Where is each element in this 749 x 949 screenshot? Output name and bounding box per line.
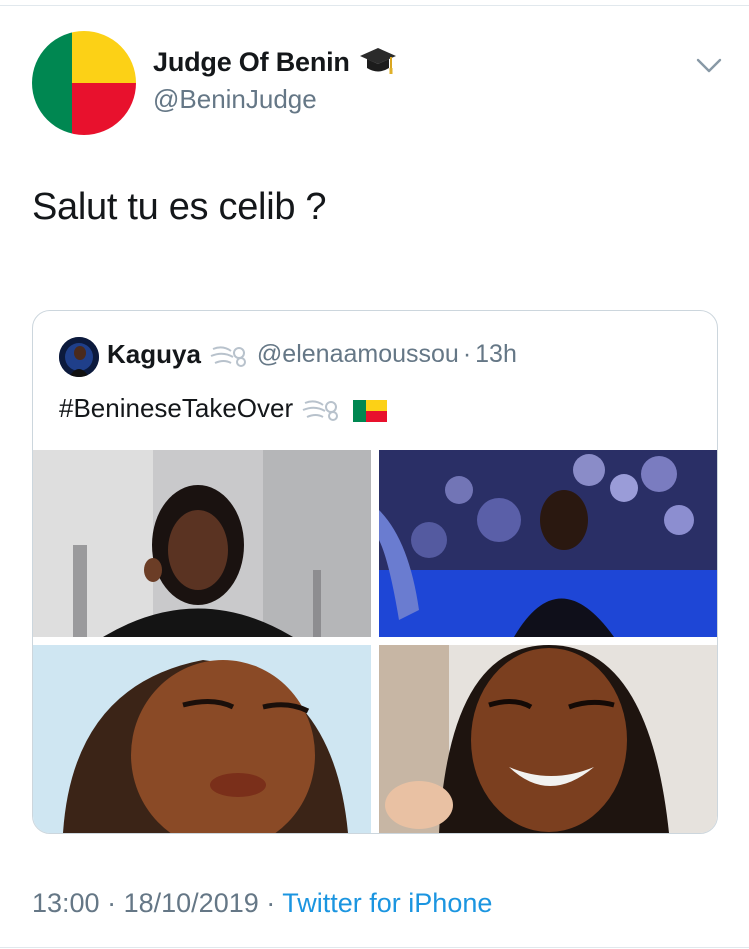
tweet-text: Salut tu es celib ?: [32, 186, 327, 228]
author-name-row[interactable]: Judge Of Benin: [153, 44, 398, 80]
chevron-down-icon[interactable]: [692, 52, 726, 78]
quoted-author-handle[interactable]: @elenaamoussou: [257, 340, 459, 369]
photo-3[interactable]: [33, 645, 371, 833]
author-avatar[interactable]: [32, 31, 136, 135]
photo-2[interactable]: [379, 450, 717, 637]
dash-icon: [209, 341, 249, 369]
photo-4[interactable]: [379, 645, 717, 833]
quoted-author-avatar[interactable]: [59, 337, 99, 377]
graduation-cap-icon: [358, 44, 398, 80]
quoted-hashtag[interactable]: #BenineseTakeOver: [59, 393, 293, 424]
quoted-text-row: #BenineseTakeOver: [59, 393, 388, 424]
benin-flag-icon: [353, 398, 388, 422]
bottom-divider: [0, 947, 749, 948]
dot-separator: ·: [107, 888, 117, 918]
author-name[interactable]: Judge Of Benin: [153, 47, 350, 78]
photo-1[interactable]: [33, 450, 371, 637]
quoted-tweet-card[interactable]: Kaguya @elenaamoussou · 13h #BenineseTak…: [32, 310, 718, 834]
timestamp-time[interactable]: 13:00: [32, 888, 100, 918]
tweet-meta: 13:00 · 18/10/2019 · Twitter for iPhone: [32, 888, 492, 919]
dot-separator: ·: [462, 340, 472, 368]
dash-icon: [301, 395, 341, 423]
top-divider: [0, 5, 749, 6]
quoted-age[interactable]: 13h: [475, 340, 517, 369]
timestamp-date[interactable]: 18/10/2019: [124, 888, 259, 918]
photo-grid: [33, 450, 717, 833]
author-handle[interactable]: @BeninJudge: [153, 84, 317, 115]
dot-separator: ·: [266, 888, 276, 918]
quoted-author-name[interactable]: Kaguya: [107, 339, 201, 370]
source-link[interactable]: Twitter for iPhone: [282, 888, 492, 918]
quoted-header: Kaguya @elenaamoussou · 13h: [107, 339, 517, 370]
